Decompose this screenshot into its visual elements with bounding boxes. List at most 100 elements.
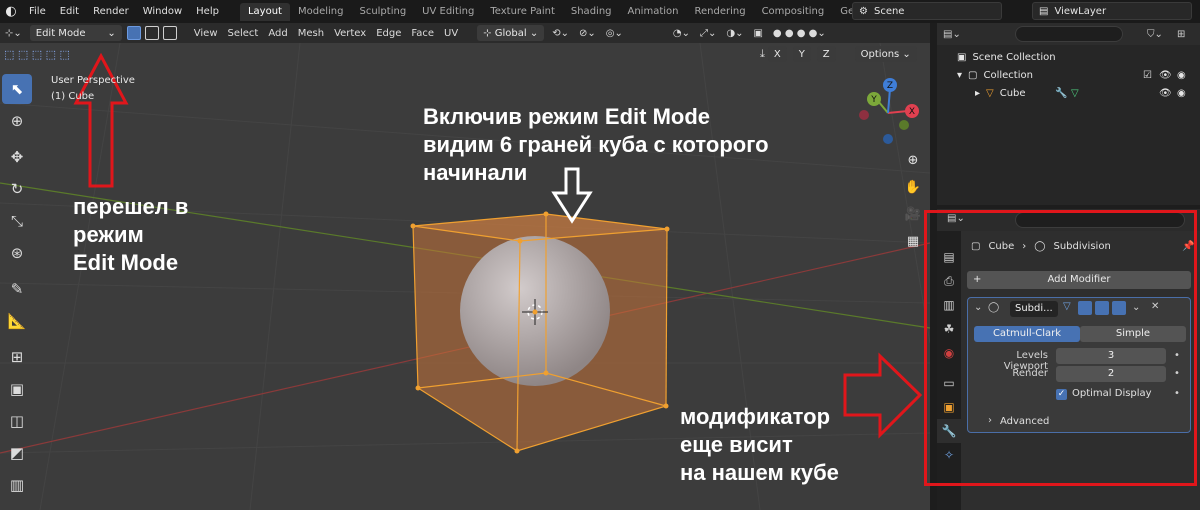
tab-compositing[interactable]: Compositing xyxy=(754,3,833,21)
view-layer-icon: ▤ xyxy=(1039,5,1049,17)
top-menu-bar: ◐ File Edit Render Window Help Layout Mo… xyxy=(0,0,1200,23)
filter-icon[interactable]: ⛉⌄ xyxy=(1147,29,1163,40)
orientation-label: Global xyxy=(494,27,527,39)
options-label: Options xyxy=(860,48,900,60)
proportional-edit-icon[interactable]: ◎⌄ xyxy=(601,25,628,41)
menu-view[interactable]: View xyxy=(189,25,223,41)
mode-dropdown[interactable]: Edit Mode ⌄ xyxy=(29,25,122,41)
menu-vertex[interactable]: Vertex xyxy=(329,25,371,41)
mode-label: Edit Mode xyxy=(35,27,86,39)
select-box-tool-icon[interactable]: ⬉ xyxy=(2,74,32,104)
options-dropdown[interactable]: Options ⌄ xyxy=(854,46,917,62)
edge-select-icon[interactable] xyxy=(144,26,159,40)
pivot-icon[interactable]: ⟲⌄ xyxy=(547,25,574,41)
menu-edge[interactable]: Edge xyxy=(371,25,406,41)
tab-rendering[interactable]: Rendering xyxy=(686,3,753,21)
collection-label: Collection xyxy=(983,69,1033,81)
add-cube-tool-icon[interactable]: ⊞ xyxy=(2,342,32,372)
tab-shading[interactable]: Shading xyxy=(563,3,620,21)
scale-tool-icon[interactable]: ⤡ xyxy=(2,206,32,236)
scene-collection-row[interactable]: ▣ Scene Collection xyxy=(937,48,1200,66)
blender-logo-icon[interactable]: ◐ xyxy=(0,1,22,23)
expand-icon[interactable]: ▸ xyxy=(975,88,980,99)
eye-icon[interactable]: 👁 xyxy=(1159,88,1172,99)
navigation-gizmo[interactable]: Z Y X xyxy=(850,73,930,153)
outliner-type-icon[interactable]: ▤⌄ xyxy=(943,29,961,40)
workspace-tabs: Layout Modeling Sculpting UV Editing Tex… xyxy=(239,0,888,23)
scene-selector[interactable]: ⚙ Scene xyxy=(852,2,1002,20)
move-tool-icon[interactable]: ✥ xyxy=(2,142,32,172)
tab-uv-editing[interactable]: UV Editing xyxy=(414,3,482,21)
outliner-search-input[interactable] xyxy=(1015,26,1123,42)
bevel-tool-icon[interactable]: ◩ xyxy=(2,438,32,468)
3d-viewport[interactable]: ⬚ ⬚ ⬚ ⬚ ⬚ ⤓ X Y Z Options ⌄ User Perspec… xyxy=(0,43,930,510)
menu-help[interactable]: Help xyxy=(189,0,226,23)
tab-modeling[interactable]: Modeling xyxy=(290,3,352,21)
mesh-data-icon[interactable]: ▽ xyxy=(1071,88,1079,99)
gizmo-x-label: X xyxy=(909,107,915,117)
view-layer-selector[interactable]: ▤ ViewLayer xyxy=(1032,2,1192,20)
mesh-object-icon: ▽ xyxy=(986,87,994,99)
annotate-tool-icon[interactable]: ✎ xyxy=(2,274,32,304)
collection-icon: ▢ xyxy=(968,69,978,81)
tool-shelf: ⬉ ⊕ ✥ ↻ ⤡ ⊛ ✎ 📐 ⊞ ▣ ◫ ◩ ▥ ◪ xyxy=(2,74,34,510)
menu-add[interactable]: Add xyxy=(263,25,292,41)
camera-toggle-icon[interactable]: ◉ xyxy=(1177,70,1186,81)
measure-tool-icon[interactable]: 📐 xyxy=(2,306,32,336)
menu-render[interactable]: Render xyxy=(86,0,136,23)
cursor-tool-icon[interactable]: ⊕ xyxy=(2,106,32,136)
axis-z-toggle[interactable]: Z xyxy=(816,46,836,62)
xray-icon[interactable]: ▣ xyxy=(748,25,767,41)
tab-animation[interactable]: Animation xyxy=(620,3,687,21)
new-collection-icon[interactable]: ⊞ xyxy=(1177,29,1185,40)
axis-x-toggle[interactable]: X xyxy=(767,46,787,62)
knife-tool-icon[interactable]: ◪ xyxy=(2,502,32,510)
gizmo-z-label: Z xyxy=(887,81,893,91)
eye-icon[interactable]: 👁 xyxy=(1159,70,1172,81)
menu-mesh[interactable]: Mesh xyxy=(293,25,329,41)
checkbox-icon[interactable]: ☑ xyxy=(1143,70,1152,81)
inset-tool-icon[interactable]: ◫ xyxy=(2,406,32,436)
tab-texture-paint[interactable]: Texture Paint xyxy=(482,3,563,21)
menu-face[interactable]: Face xyxy=(406,25,439,41)
camera-icon[interactable]: 🎥 xyxy=(902,203,924,225)
viewport-header: ⊹⌄ Edit Mode ⌄ View Select Add Mesh Verte… xyxy=(0,23,930,43)
vertex-select-icon[interactable] xyxy=(126,26,141,40)
chevron-down-icon: ⌄ xyxy=(107,27,116,39)
tab-sculpting[interactable]: Sculpting xyxy=(351,3,414,21)
menu-edit[interactable]: Edit xyxy=(53,0,86,23)
visibility-icon[interactable]: ◔⌄ xyxy=(668,25,695,41)
menu-uv[interactable]: UV xyxy=(439,25,463,41)
shading-modes-icon[interactable]: ● ● ● ●⌄ xyxy=(768,25,831,41)
menu-select[interactable]: Select xyxy=(223,25,264,41)
transform-tool-icon[interactable]: ⊛ xyxy=(2,238,32,268)
rotate-tool-icon[interactable]: ↻ xyxy=(2,174,32,204)
collection-row[interactable]: ▾ ▢ Collection ☑ 👁 ◉ xyxy=(937,66,1200,84)
pan-hand-icon[interactable]: ✋ xyxy=(902,176,924,198)
scene-collection-label: Scene Collection xyxy=(972,51,1056,63)
axis-lock-icon[interactable]: ⤓ xyxy=(760,47,765,61)
snap-icon[interactable]: ⊘⌄ xyxy=(574,25,601,41)
menu-window[interactable]: Window xyxy=(136,0,189,23)
orientation-dropdown[interactable]: ⊹ Global ⌄ xyxy=(477,25,545,41)
expand-icon[interactable]: ▾ xyxy=(957,70,962,81)
zoom-icon[interactable]: ⊕ xyxy=(902,149,924,171)
overlay-toggle-icon[interactable]: ◑⌄ xyxy=(721,25,748,41)
cube-row[interactable]: ▸ ▽ Cube 🔧 ▽ 👁 ◉ xyxy=(937,84,1200,102)
annotation-left: перешел в режим Edit Mode xyxy=(73,194,189,275)
tab-layout[interactable]: Layout xyxy=(239,2,290,21)
loop-cut-tool-icon[interactable]: ▥ xyxy=(2,470,32,500)
wrench-icon[interactable]: 🔧 xyxy=(1055,88,1067,99)
view-layer-name: ViewLayer xyxy=(1054,5,1107,17)
camera-toggle-icon[interactable]: ◉ xyxy=(1177,88,1186,99)
gizmo-y-label: Y xyxy=(870,95,877,105)
gizmo-toggle-icon[interactable]: ⤢⌄ xyxy=(695,25,721,41)
editor-type-icon[interactable]: ⊹⌄ xyxy=(0,25,27,41)
annotation-right: модификатор еще висит на нашем кубе xyxy=(680,404,839,485)
face-select-icon[interactable] xyxy=(162,26,177,40)
select-box-icon[interactable]: ⬚ ⬚ ⬚ ⬚ ⬚ xyxy=(4,48,70,61)
axis-y-toggle[interactable]: Y xyxy=(792,46,811,62)
extrude-tool-icon[interactable]: ▣ xyxy=(2,374,32,404)
menu-file[interactable]: File xyxy=(22,0,53,23)
perspective-grid-icon[interactable]: ▦ xyxy=(902,230,924,252)
